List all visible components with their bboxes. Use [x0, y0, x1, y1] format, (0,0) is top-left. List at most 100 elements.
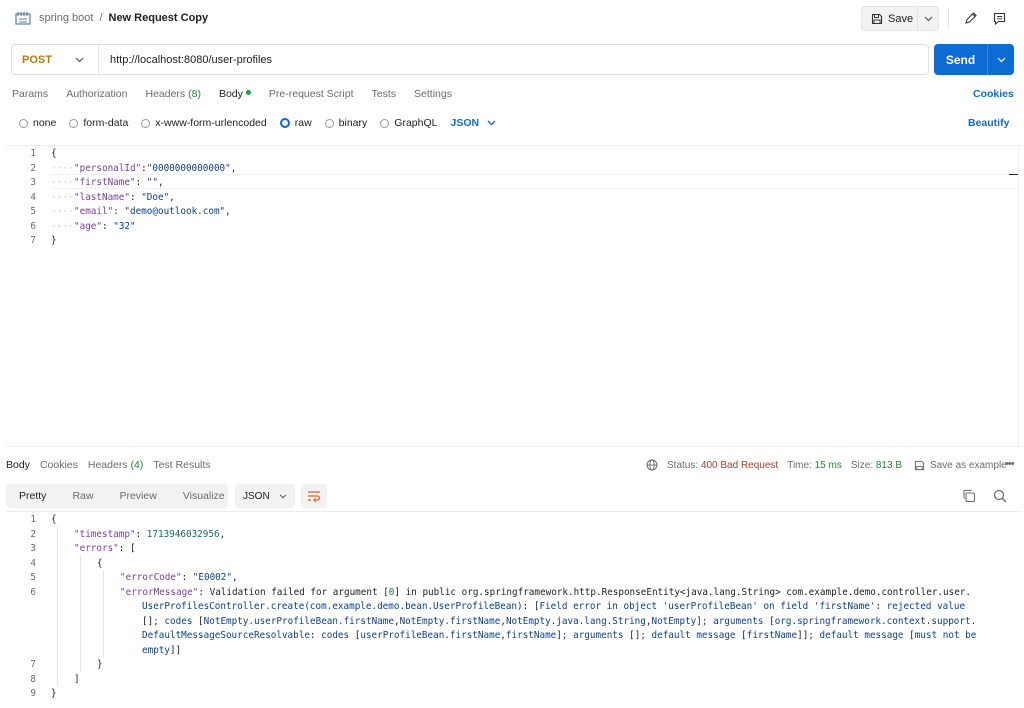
json-punctuation: ]	[74, 673, 80, 685]
url-bar: POST http://localhost:8080/user-profiles	[11, 44, 929, 75]
json-text: value	[937, 601, 966, 612]
json-text: NotEmpty.firstName	[399, 615, 501, 627]
line-number: 7	[30, 659, 36, 670]
json-key: "timestamp"	[74, 528, 136, 540]
radio-none[interactable]: none	[19, 117, 56, 129]
edit-button[interactable]	[957, 6, 983, 31]
json-text: argument	[332, 586, 378, 598]
view-tab-preview[interactable]: Preview	[106, 484, 169, 508]
radio-urlencoded[interactable]: x-www-form-urlencoded	[141, 117, 267, 129]
json-text: message	[696, 630, 736, 641]
chevron-down-icon	[997, 57, 1005, 62]
json-text: userProfileBean.firstName	[360, 630, 501, 641]
save-icon	[914, 460, 925, 470]
view-tab-visualize[interactable]: Visualize	[170, 484, 238, 508]
json-string: "demo@outlook.com"	[124, 206, 226, 217]
line-text: "errorMessage": Validation failed for ar…	[120, 586, 971, 601]
cookies-link[interactable]: Cookies	[973, 88, 1014, 100]
json-text: UserProfilesController.create(com.exampl…	[142, 601, 523, 612]
line-text: DefaultMessageSourceResolvable: codes [u…	[142, 629, 976, 644]
copy-icon[interactable]	[961, 488, 977, 504]
json-text: NotEmpty.userProfileBean.firstName	[203, 615, 394, 627]
json-text: org.springframework.http.ResponseEntity<…	[461, 586, 781, 598]
tab-pre-request-script[interactable]: Pre-request Script	[269, 88, 354, 100]
json-string: "0000000000000"	[146, 162, 231, 174]
request-body-editor[interactable]: 1{2 "personalId":"0000000000000", ···· 3 "fi…	[6, 145, 1022, 448]
method-select[interactable]: POST	[12, 45, 99, 74]
json-text: DefaultMessageSourceResolvable	[142, 630, 310, 641]
radio-raw-label: raw	[294, 117, 312, 129]
more-options-icon[interactable]: •••	[1005, 458, 1015, 470]
json-text: must	[914, 630, 938, 641]
response-time[interactable]: Time: 15 ms	[787, 460, 842, 471]
save-options-button[interactable]	[918, 16, 938, 22]
radio-graphql[interactable]: GraphQL	[380, 117, 437, 129]
body-format-select[interactable]: JSON	[450, 117, 496, 129]
line-number: 5	[30, 206, 36, 217]
json-text: in	[606, 601, 618, 612]
resp-tab-headers[interactable]: Headers (4)	[88, 459, 143, 471]
line-number: 9	[30, 688, 36, 699]
tab-headers[interactable]: Headers (8)	[145, 88, 200, 100]
radio-circle	[19, 118, 28, 128]
tab-body[interactable]: Body	[219, 88, 251, 100]
resp-tab-test-results[interactable]: Test Results	[153, 459, 210, 471]
line-text: "personalId":"0000000000000",	[74, 162, 236, 177]
code-line: 2 "personalId":"0000000000000", ····	[6, 162, 1018, 177]
json-key: "firstName"	[74, 177, 136, 188]
response-body-viewer[interactable]: 1{2 "timestamp": 1713946032956, 3 "errors":…	[6, 511, 1022, 701]
line-text: }	[97, 658, 103, 673]
response-view-tabs: Pretty Raw Preview Visualize	[6, 484, 228, 508]
tab-settings[interactable]: Settings	[414, 88, 452, 100]
status-label: Status:	[667, 459, 699, 471]
save-as-example-button[interactable]: Save as example	[914, 460, 1007, 471]
line-number: 1	[30, 148, 36, 159]
view-tab-pretty[interactable]: Pretty	[6, 484, 59, 508]
line-text: {	[51, 513, 57, 528]
line-number: 3	[30, 543, 36, 554]
send-button-group: Send	[934, 44, 1014, 75]
resp-tab-cookies[interactable]: Cookies	[40, 459, 78, 471]
request-name[interactable]: New Request Copy	[109, 12, 209, 24]
tab-authorization[interactable]: Authorization	[66, 88, 127, 100]
radio-binary[interactable]: binary	[324, 117, 368, 129]
radio-raw[interactable]: raw	[279, 117, 312, 129]
response-status[interactable]: Status: 400 Bad Request	[667, 460, 778, 471]
http-request-icon	[15, 12, 31, 25]
toolbar-divider	[948, 8, 949, 28]
json-string: "32"	[113, 220, 136, 232]
json-text: arguments	[573, 630, 624, 641]
beautify-link[interactable]: Beautify	[968, 117, 1009, 129]
json-text: org.springframework.context.support.	[774, 615, 977, 627]
send-options-button[interactable]	[988, 57, 1014, 63]
tab-params[interactable]: Params	[12, 88, 48, 100]
response-format-select[interactable]: JSON	[235, 484, 295, 508]
radio-binary-label: binary	[338, 117, 368, 129]
radio-circle	[380, 118, 390, 128]
url-input[interactable]: http://localhost:8080/user-profiles	[99, 54, 272, 66]
line-text: "timestamp": 1713946032956,	[74, 528, 225, 543]
breadcrumb: spring boot / New Request Copy	[39, 12, 208, 24]
line-text: UserProfilesController.create(com.exampl…	[142, 600, 965, 615]
radio-graphql-label: GraphQL	[394, 117, 438, 129]
response-size[interactable]: Size: 813 B	[851, 460, 902, 471]
tab-tests[interactable]: Tests	[372, 88, 397, 100]
save-button[interactable]: Save	[862, 7, 918, 30]
wrap-lines-button[interactable]	[301, 484, 327, 508]
line-text: }	[51, 687, 57, 702]
save-icon	[871, 13, 883, 24]
body-indicator-dot	[245, 90, 251, 95]
json-string: "E0002"	[192, 572, 232, 583]
resp-tab-body[interactable]: Body	[6, 459, 30, 471]
search-icon[interactable]	[992, 488, 1008, 504]
send-button[interactable]: Send	[934, 44, 988, 75]
top-bar: spring boot / New Request Copy Save	[0, 0, 1024, 38]
json-text: firstName	[505, 630, 557, 641]
view-tab-raw[interactable]: Raw	[59, 484, 106, 508]
breadcrumb-collection[interactable]: spring boot	[39, 12, 93, 24]
editor-scrollbar-track[interactable]	[1018, 146, 1019, 448]
comments-button[interactable]	[986, 6, 1012, 31]
json-text: default	[651, 630, 691, 641]
radio-form-data[interactable]: form-data	[69, 117, 128, 129]
globe-icon[interactable]	[646, 459, 658, 471]
